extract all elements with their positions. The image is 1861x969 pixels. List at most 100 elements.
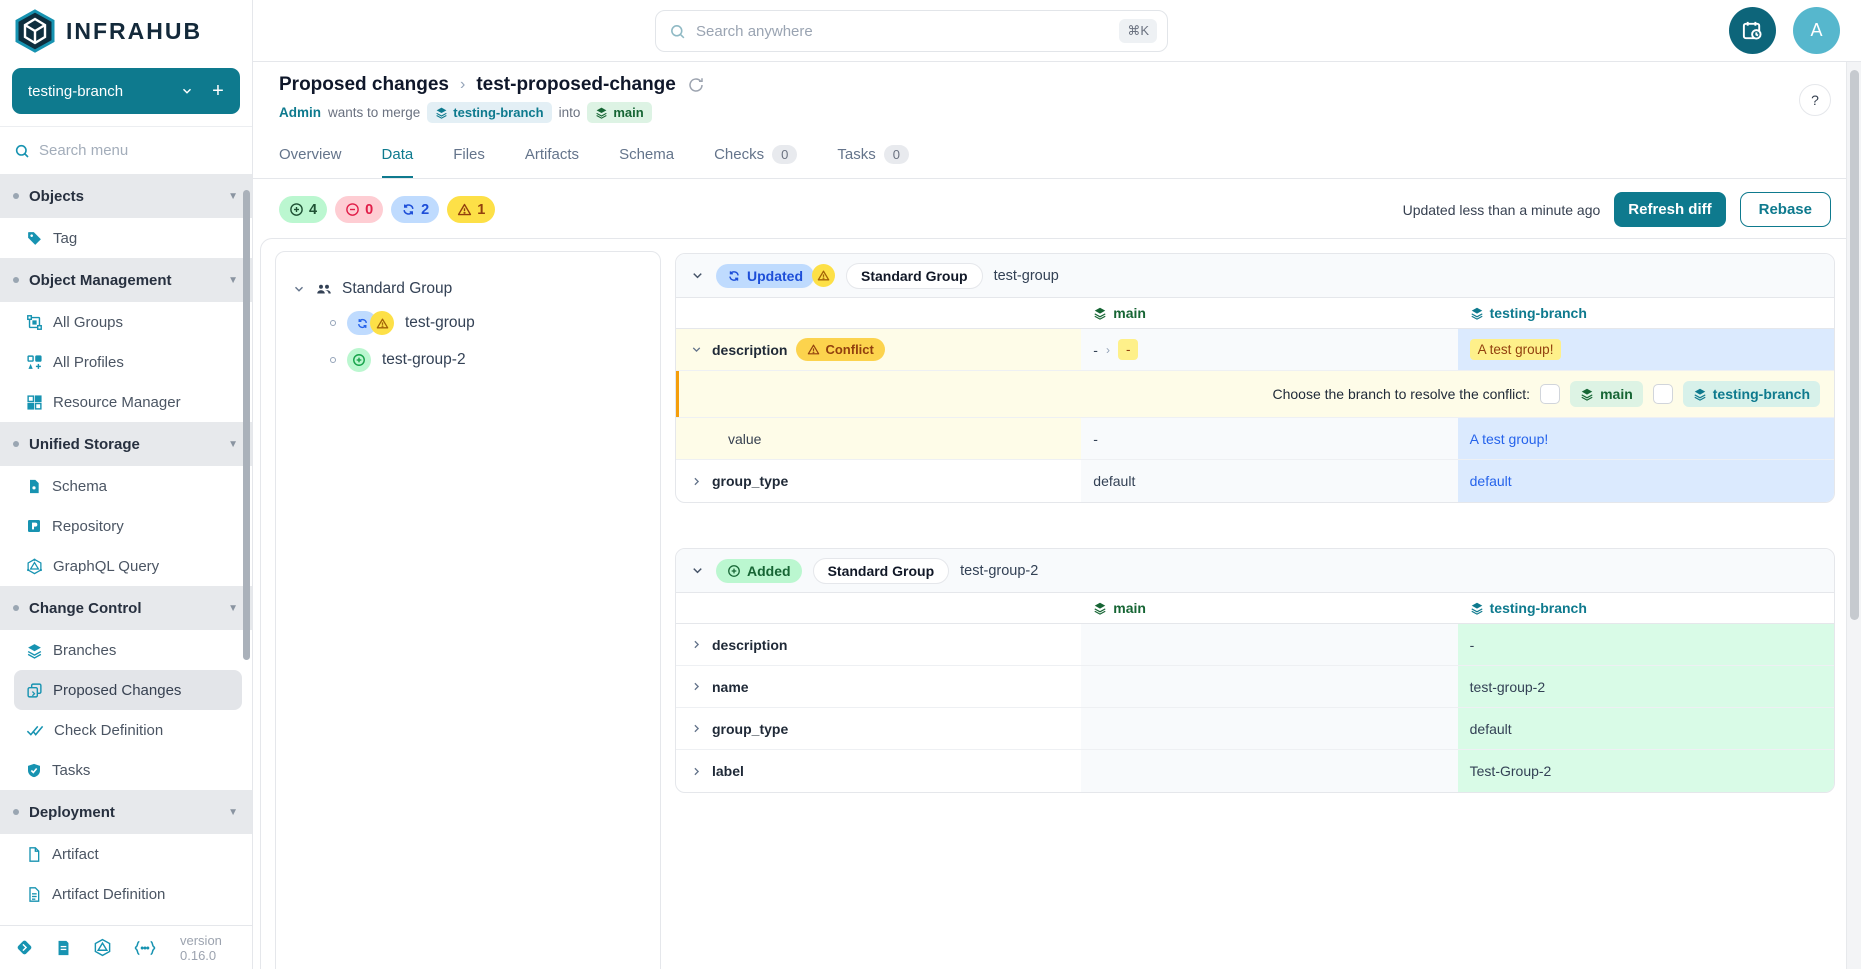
attribute-row-label[interactable]: label Test-Group-2 — [676, 750, 1834, 792]
sidebar-item-check-definition[interactable]: Check Definition — [0, 710, 252, 750]
brand-logo[interactable]: INFRAHUB — [0, 0, 252, 62]
sidebar-item-proposed-changes[interactable]: Proposed Changes — [14, 670, 242, 710]
tag-icon — [26, 230, 43, 247]
sidebar-item-artifact[interactable]: Artifact — [0, 834, 252, 874]
resolve-main-checkbox[interactable] — [1540, 384, 1560, 404]
sidebar-item-tasks[interactable]: Tasks — [0, 750, 252, 790]
chevron-right-icon[interactable] — [690, 638, 703, 651]
tab-artifacts[interactable]: Artifacts — [525, 133, 579, 178]
status-badge-added: Added — [716, 559, 802, 583]
sidebar-item-branches[interactable]: Branches — [0, 630, 252, 670]
chevron-down-icon[interactable] — [690, 563, 705, 578]
sidebar-item-schema[interactable]: Schema — [0, 466, 252, 506]
docs-icon[interactable] — [55, 939, 72, 957]
menu-search-input[interactable] — [39, 142, 238, 159]
main-value-cell — [1081, 750, 1457, 792]
chevron-right-icon[interactable] — [690, 680, 703, 693]
diff-card-header[interactable]: Added Standard Group test-group-2 — [676, 549, 1834, 593]
tree-bullet — [330, 357, 336, 363]
sidebar-section-objects[interactable]: Objects ▼ — [0, 174, 252, 218]
tab-data[interactable]: Data — [382, 133, 414, 178]
schedule-button[interactable] — [1729, 7, 1776, 54]
chevron-right-icon[interactable] — [690, 765, 703, 778]
attribute-row-group-type[interactable]: group_type default default — [676, 460, 1834, 502]
sidebar-section-object-management[interactable]: Object Management ▼ — [0, 258, 252, 302]
target-branch-badge[interactable]: main — [587, 102, 651, 123]
diff-card-test-group-2: Added Standard Group test-group-2 main — [675, 548, 1835, 793]
status-badge-updated: Updated — [716, 264, 814, 288]
tab-overview[interactable]: Overview — [279, 133, 342, 178]
section-label: Unified Storage — [29, 436, 140, 453]
graphql-sandbox-icon[interactable] — [93, 938, 112, 957]
sidebar-item-all-groups[interactable]: All Groups — [0, 302, 252, 342]
section-bullet — [13, 441, 19, 447]
chevron-down-icon[interactable] — [172, 84, 202, 98]
swagger-braces-icon[interactable] — [133, 940, 157, 956]
tree-node-label: test-group-2 — [382, 351, 466, 369]
main-value-cell — [1081, 666, 1457, 707]
add-branch-button[interactable]: + — [202, 80, 240, 103]
tab-tasks[interactable]: Tasks0 — [837, 133, 909, 178]
git-icon[interactable] — [15, 938, 34, 957]
checks-count-badge: 0 — [772, 145, 797, 164]
column-testing-branch: testing-branch — [1458, 298, 1834, 328]
avatar-initial: A — [1810, 20, 1822, 41]
object-tree: Standard Group test-group — [275, 251, 661, 969]
conflict-badge-icon — [370, 311, 394, 335]
chevron-down-icon[interactable] — [292, 282, 306, 296]
chevron-down-icon[interactable] — [690, 268, 705, 283]
version-label: version 0.16.0 — [180, 933, 237, 963]
tab-files[interactable]: Files — [453, 133, 485, 178]
tree-node-test-group[interactable]: test-group — [292, 311, 644, 335]
chevron-right-icon[interactable] — [690, 475, 703, 488]
sidebar-scrollbar[interactable] — [243, 190, 250, 660]
diff-counters: 4 0 2 1 — [279, 196, 495, 223]
sidebar-item-repository[interactable]: Repository — [0, 506, 252, 546]
sidebar-item-all-profiles[interactable]: All Profiles — [0, 342, 252, 382]
tree-node-standard-group[interactable]: Standard Group — [292, 280, 644, 298]
tree-node-test-group-2[interactable]: test-group-2 — [292, 348, 644, 372]
sidebar-section-deployment[interactable]: Deployment ▼ — [0, 790, 252, 834]
chevron-right-icon[interactable] — [690, 722, 703, 735]
page-scrollbar-thumb[interactable] — [1850, 70, 1859, 620]
tab-schema[interactable]: Schema — [619, 133, 674, 178]
chevron-down-icon: ▼ — [228, 439, 238, 450]
breadcrumb-root[interactable]: Proposed changes — [279, 74, 449, 96]
merge-author[interactable]: Admin — [279, 105, 321, 120]
diff-list: Updated Standard Group test-group main — [675, 253, 1835, 969]
attribute-row-name[interactable]: name test-group-2 — [676, 666, 1834, 708]
sidebar-item-tag[interactable]: Tag — [0, 218, 252, 258]
source-branch-badge[interactable]: testing-branch — [427, 102, 551, 123]
source-branch-name: testing-branch — [453, 105, 543, 120]
refresh-diff-button[interactable]: Refresh diff — [1614, 192, 1725, 227]
attribute-row-group-type[interactable]: group_type default — [676, 708, 1834, 750]
removed-counter: 0 — [335, 196, 383, 223]
reload-icon[interactable] — [687, 76, 705, 94]
avatar[interactable]: A — [1793, 7, 1840, 54]
rebase-button[interactable]: Rebase — [1740, 192, 1831, 227]
sidebar-item-graphql-query[interactable]: GraphQL Query — [0, 546, 252, 586]
last-updated-text: Updated less than a minute ago — [1403, 202, 1601, 218]
branch-icon — [1693, 387, 1707, 401]
diff-card-header[interactable]: Updated Standard Group test-group — [676, 254, 1834, 298]
tasks-count-badge: 0 — [884, 145, 909, 164]
resolve-branch-checkbox[interactable] — [1653, 384, 1673, 404]
sidebar-section-unified-storage[interactable]: Unified Storage ▼ — [0, 422, 252, 466]
attribute-row-description[interactable]: description - — [676, 624, 1834, 666]
attribute-row-description[interactable]: description Conflict - › - A — [676, 329, 1834, 371]
main-value-cell: - › - — [1081, 329, 1457, 370]
chevron-down-icon[interactable] — [690, 343, 703, 356]
artifact-definition-icon — [26, 886, 42, 903]
branch-icon — [1470, 306, 1484, 320]
sidebar-section-change-control[interactable]: Change Control ▼ — [0, 586, 252, 630]
tab-checks[interactable]: Checks0 — [714, 133, 797, 178]
conflict-badge: Conflict — [796, 338, 884, 361]
profiles-icon — [26, 354, 43, 371]
section-bullet — [13, 809, 19, 815]
branch-selector[interactable]: testing-branch + — [12, 68, 240, 114]
section-label: Objects — [29, 188, 84, 205]
sidebar-item-resource-manager[interactable]: Resource Manager — [0, 382, 252, 422]
global-search-input[interactable] — [696, 23, 1109, 40]
sidebar-item-artifact-definition[interactable]: Artifact Definition — [0, 874, 252, 914]
help-button[interactable]: ? — [1799, 84, 1831, 116]
